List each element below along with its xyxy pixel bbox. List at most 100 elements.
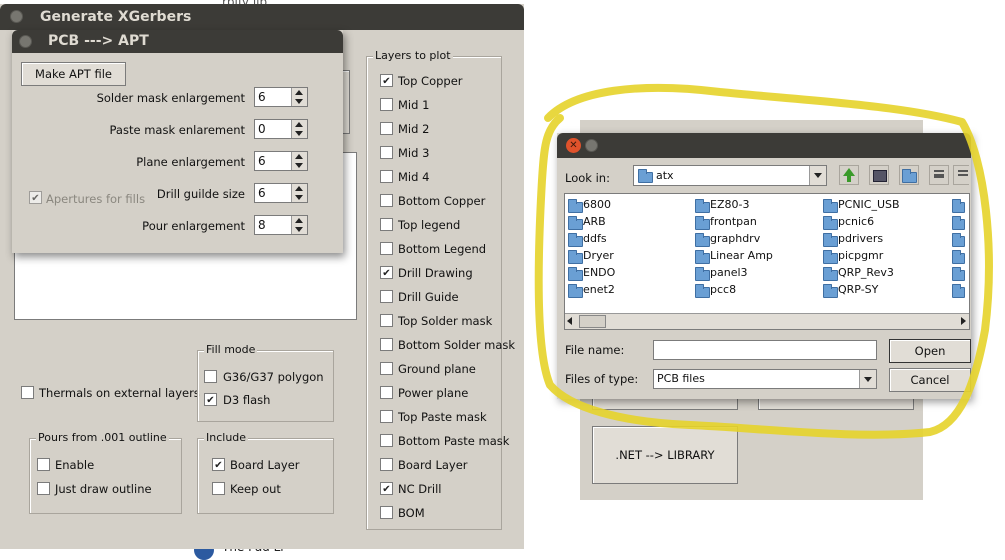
net-library-button[interactable]: .NET --> LIBRARY <box>592 426 738 484</box>
folder-item[interactable]: QRP-SY <box>838 283 878 296</box>
apt-spinbox[interactable]: 6 <box>254 183 308 203</box>
new-folder-icon[interactable] <box>899 165 919 185</box>
d3-flash-label: D3 flash <box>223 393 271 407</box>
pours-group: Pours from .001 outline <box>29 431 182 514</box>
look-in-combo[interactable]: atx <box>633 165 827 186</box>
spin-down-icon[interactable] <box>295 195 303 200</box>
layer-checkbox[interactable] <box>380 362 393 375</box>
layer-checkbox[interactable] <box>380 482 393 495</box>
layer-checkbox[interactable] <box>380 506 393 519</box>
folder-item[interactable]: pcnic6 <box>838 215 874 228</box>
folder-icon <box>823 216 838 230</box>
details-view-icon[interactable] <box>953 165 969 185</box>
folder-item[interactable]: EZ80-3 <box>710 198 749 211</box>
spinbox-arrows[interactable] <box>291 152 307 170</box>
pours-enable-checkbox[interactable] <box>37 458 50 471</box>
spin-up-icon[interactable] <box>295 218 303 223</box>
folder-item[interactable]: PCNIC_USB <box>838 198 900 211</box>
make-apt-file-button[interactable]: Make APT file <box>21 62 126 86</box>
spin-down-icon[interactable] <box>295 163 303 168</box>
layer-checkbox[interactable] <box>380 338 393 351</box>
spin-up-icon[interactable] <box>295 154 303 159</box>
apt-spinbox[interactable]: 6 <box>254 151 308 171</box>
folder-item[interactable]: pcc8 <box>710 283 736 296</box>
spinbox-arrows[interactable] <box>291 184 307 202</box>
folder-item[interactable]: picpgmr <box>838 249 883 262</box>
folder-icon <box>952 250 965 264</box>
files-of-type-chevron-icon[interactable] <box>859 370 876 388</box>
apt-spinbox-value: 8 <box>258 218 266 232</box>
folder-item[interactable]: ddfs <box>583 232 607 245</box>
d3-flash-checkbox[interactable] <box>204 393 217 406</box>
layer-label: Bottom Legend <box>398 242 487 256</box>
close-icon[interactable]: ✕ <box>566 138 581 153</box>
apt-field-label: Pour enlargement <box>142 219 245 233</box>
keep-out-label: Keep out <box>230 482 281 496</box>
include-board-layer-label: Board Layer <box>230 458 300 472</box>
g36-g37-checkbox[interactable] <box>204 370 217 383</box>
up-folder-icon[interactable] <box>839 165 859 185</box>
layer-checkbox[interactable] <box>380 266 393 279</box>
folder-item[interactable]: 6800 <box>583 198 611 211</box>
window-menu-icon[interactable] <box>10 10 23 23</box>
folder-item[interactable]: QRP_Rev3 <box>838 266 894 279</box>
spin-up-icon[interactable] <box>295 186 303 191</box>
apt-spinbox-value: 0 <box>258 122 266 136</box>
folder-icon <box>823 233 838 247</box>
apt-spinbox[interactable]: 8 <box>254 215 308 235</box>
layer-checkbox[interactable] <box>380 218 393 231</box>
apertures-for-fills-checkbox[interactable] <box>29 191 42 204</box>
spinbox-arrows[interactable] <box>291 88 307 106</box>
folder-item[interactable]: ENDO <box>583 266 615 279</box>
files-of-type-value: PCB files <box>657 372 705 385</box>
list-view-icon[interactable] <box>929 165 949 185</box>
scroll-thumb[interactable] <box>579 315 606 328</box>
layer-checkbox[interactable] <box>380 146 393 159</box>
thermals-checkbox[interactable] <box>21 386 34 399</box>
minimize-icon[interactable] <box>585 139 598 152</box>
layer-checkbox[interactable] <box>380 410 393 423</box>
layer-checkbox[interactable] <box>380 122 393 135</box>
folder-item[interactable]: pdrivers <box>838 232 883 245</box>
apt-spinbox[interactable]: 0 <box>254 119 308 139</box>
open-button[interactable]: Open <box>889 339 971 363</box>
spinbox-arrows[interactable] <box>291 120 307 138</box>
spinbox-arrows[interactable] <box>291 216 307 234</box>
files-of-type-combo[interactable]: PCB files <box>653 369 877 389</box>
folder-item[interactable]: Linear Amp <box>710 249 773 262</box>
scroll-right-arrow[interactable] <box>961 317 966 325</box>
folder-item[interactable]: ARB <box>583 215 606 228</box>
folder-item[interactable]: graphdrv <box>710 232 760 245</box>
spin-down-icon[interactable] <box>295 99 303 104</box>
layer-checkbox[interactable] <box>380 314 393 327</box>
layer-checkbox[interactable] <box>380 386 393 399</box>
spin-down-icon[interactable] <box>295 131 303 136</box>
layer-checkbox[interactable] <box>380 74 393 87</box>
layer-checkbox[interactable] <box>380 458 393 471</box>
layer-checkbox[interactable] <box>380 194 393 207</box>
folder-icon <box>823 250 838 264</box>
spin-up-icon[interactable] <box>295 90 303 95</box>
folder-item[interactable]: panel3 <box>710 266 748 279</box>
folder-item[interactable]: Dryer <box>583 249 614 262</box>
layer-checkbox[interactable] <box>380 242 393 255</box>
folder-item[interactable]: enet2 <box>583 283 615 296</box>
apt-spinbox[interactable]: 6 <box>254 87 308 107</box>
layer-checkbox[interactable] <box>380 290 393 303</box>
layer-checkbox[interactable] <box>380 170 393 183</box>
apt-window-menu-icon[interactable] <box>19 35 32 48</box>
scroll-left-arrow[interactable] <box>567 317 572 325</box>
just-draw-outline-checkbox[interactable] <box>37 482 50 495</box>
chevron-down-icon[interactable] <box>809 166 826 185</box>
layer-checkbox[interactable] <box>380 434 393 447</box>
file-name-input[interactable] <box>653 340 877 360</box>
horizontal-scrollbar[interactable] <box>565 313 969 329</box>
layer-checkbox[interactable] <box>380 98 393 111</box>
include-board-layer-checkbox[interactable] <box>212 458 225 471</box>
spin-up-icon[interactable] <box>295 122 303 127</box>
folder-item[interactable]: frontpan <box>710 215 757 228</box>
cancel-button[interactable]: Cancel <box>889 368 971 392</box>
spin-down-icon[interactable] <box>295 227 303 232</box>
desktop-icon[interactable] <box>869 165 889 185</box>
keep-out-checkbox[interactable] <box>212 482 225 495</box>
